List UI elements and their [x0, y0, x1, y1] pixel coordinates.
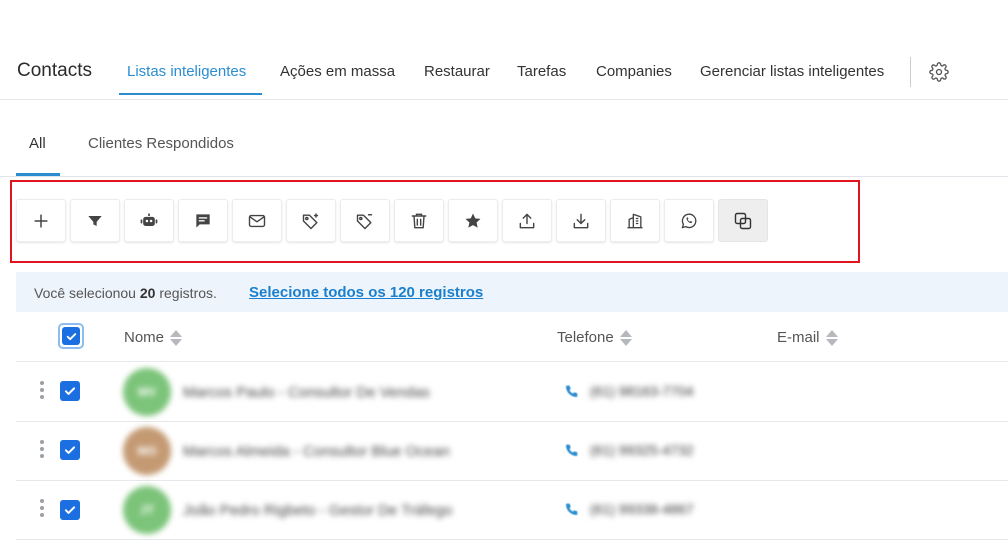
mail-icon — [248, 214, 266, 227]
add-tag-button[interactable] — [286, 199, 336, 242]
subtab-all[interactable]: All — [29, 135, 46, 152]
active-subtab-indicator — [16, 173, 60, 176]
sort-icon — [170, 329, 183, 346]
row-menu-icon[interactable] — [39, 440, 45, 460]
selection-count: 20 — [139, 285, 156, 301]
phone-icon — [565, 503, 578, 516]
table-row[interactable]: MV Marcos Paulo - Consultor De Vendas (6… — [16, 362, 1008, 422]
upload-icon — [519, 213, 535, 228]
robot-icon — [140, 213, 158, 226]
contact-phone[interactable]: (61) 99325-4732 — [590, 442, 694, 458]
row-checkbox[interactable] — [60, 440, 80, 460]
filter-button[interactable] — [70, 199, 120, 242]
subtab-clientes-respondidos[interactable]: Clientes Respondidos — [88, 135, 234, 152]
bulk-actions-toolbar — [16, 199, 816, 243]
add-contact-button[interactable] — [16, 199, 66, 242]
row-checkbox[interactable] — [60, 381, 80, 401]
selection-prefix: Você selecionou — [34, 285, 136, 301]
column-telefone-label: Telefone — [557, 329, 614, 346]
table-header: Nome Telefone E-mail — [16, 312, 1008, 362]
remove-tag-button[interactable] — [340, 199, 390, 242]
send-sms-button[interactable] — [178, 199, 228, 242]
phone-icon — [565, 444, 578, 457]
contact-name[interactable]: Marcos Almeida - Consultor Blue Ocean — [183, 443, 450, 460]
company-button[interactable] — [610, 199, 660, 242]
tab-listas-inteligentes[interactable]: Listas inteligentes — [127, 63, 246, 80]
export-button[interactable] — [502, 199, 552, 242]
delete-button[interactable] — [394, 199, 444, 242]
column-nome-label: Nome — [124, 329, 165, 346]
plus-icon — [34, 213, 48, 228]
import-button[interactable] — [556, 199, 606, 242]
column-email-label: E-mail — [777, 329, 820, 346]
selection-info: Você selecionou 20 registros. — [34, 285, 217, 301]
contact-phone[interactable]: (61) 99338-4867 — [590, 501, 694, 517]
merge-icon — [734, 212, 752, 229]
selection-suffix: registros. — [159, 285, 217, 301]
tab-acoes-em-massa[interactable]: Ações em massa — [280, 63, 395, 80]
top-nav: Contacts Listas inteligentes Ações em ma… — [0, 0, 1008, 100]
contact-name[interactable]: Marcos Paulo - Consultor De Vendas — [183, 384, 430, 401]
contact-name[interactable]: João Pedro Rigbeto - Gestor De Tráfego — [183, 502, 452, 519]
gear-icon[interactable] — [929, 62, 949, 82]
column-nome[interactable]: Nome — [124, 329, 183, 346]
phone-icon — [565, 385, 578, 398]
trash-icon — [411, 213, 427, 228]
whatsapp-icon — [681, 213, 697, 228]
contact-phone[interactable]: (61) 98163-7704 — [590, 383, 694, 399]
column-email[interactable]: E-mail — [777, 329, 838, 346]
review-request-button[interactable] — [448, 199, 498, 242]
table-row[interactable]: JT João Pedro Rigbeto - Gestor De Tráfeg… — [16, 480, 1008, 540]
tab-tarefas[interactable]: Tarefas — [517, 63, 566, 80]
page-title: Contacts — [17, 60, 92, 81]
smart-list-tabs: All Clientes Respondidos — [0, 100, 1008, 177]
row-checkbox[interactable] — [60, 500, 80, 520]
selection-banner: Você selecionou 20 registros. Selecione … — [16, 272, 1008, 312]
merge-contacts-button[interactable] — [718, 199, 768, 242]
star-icon — [465, 213, 481, 228]
building-icon — [627, 213, 643, 228]
automation-button[interactable] — [124, 199, 174, 242]
row-menu-icon[interactable] — [39, 499, 45, 519]
download-icon — [573, 213, 589, 228]
select-all-records-link[interactable]: Selecione todos os 120 registros — [249, 284, 483, 301]
avatar: MV — [123, 368, 171, 416]
check-icon — [66, 332, 76, 340]
tag-remove-icon — [356, 213, 373, 229]
check-icon — [64, 446, 76, 454]
row-menu-icon[interactable] — [39, 381, 45, 401]
check-icon — [64, 506, 76, 514]
nav-divider — [910, 57, 911, 87]
filter-icon — [88, 215, 102, 226]
whatsapp-button[interactable] — [664, 199, 714, 242]
column-telefone[interactable]: Telefone — [557, 329, 632, 346]
table-row[interactable]: MO Marcos Almeida - Consultor Blue Ocean… — [16, 421, 1008, 481]
send-email-button[interactable] — [232, 199, 282, 242]
tab-restaurar[interactable]: Restaurar — [424, 63, 490, 80]
tab-gerenciar-listas-inteligentes[interactable]: Gerenciar listas inteligentes — [700, 63, 884, 80]
avatar: JT — [123, 486, 171, 534]
sort-icon — [825, 329, 838, 346]
select-all-checkbox[interactable] — [58, 323, 84, 349]
sort-icon — [619, 329, 632, 346]
tag-add-icon — [302, 213, 319, 229]
checkbox-fill — [62, 327, 80, 345]
active-tab-indicator — [119, 93, 262, 95]
message-icon — [196, 213, 210, 228]
check-icon — [64, 387, 76, 395]
tab-companies[interactable]: Companies — [596, 63, 672, 80]
avatar: MO — [123, 427, 171, 475]
